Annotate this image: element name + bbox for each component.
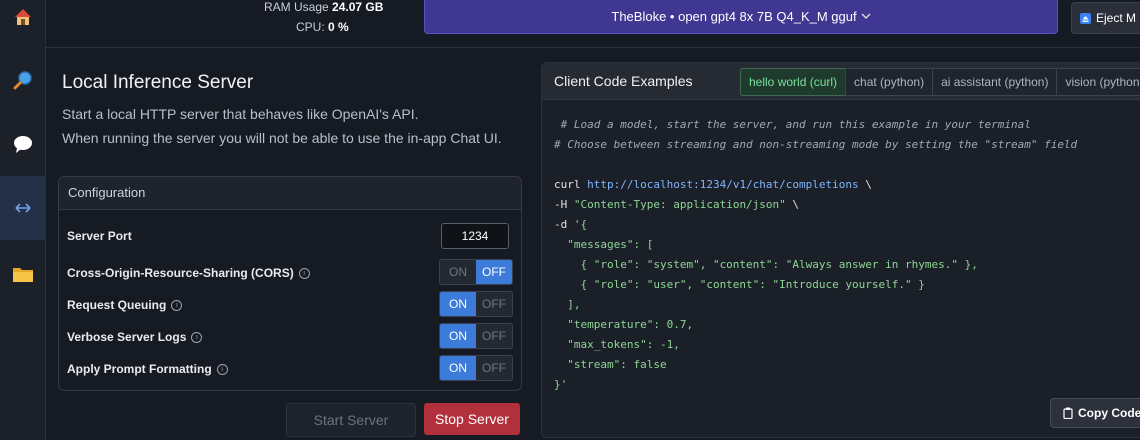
code-string: '{	[573, 218, 588, 231]
search-icon	[13, 71, 32, 90]
request-queuing-toggle[interactable]: ON OFF	[439, 291, 513, 317]
code-string: { "role": "system", "content": "Always a…	[554, 258, 978, 271]
code-string: "Content-Type: application/json"	[573, 198, 786, 211]
eject-icon	[1080, 12, 1091, 24]
verbose-logs-label: Verbose Server Logs i	[67, 330, 203, 344]
server-port-label-text: Server Port	[67, 229, 132, 243]
code-string: "temperature": 0.7,	[554, 318, 694, 331]
verbose-logs-toggle-off[interactable]: OFF	[476, 324, 512, 348]
request-queuing-toggle-off[interactable]: OFF	[476, 292, 512, 316]
ram-value: 24.07 GB	[332, 0, 384, 14]
info-icon[interactable]: i	[171, 299, 183, 311]
code-comment: # Choose between streaming and non-strea…	[554, 138, 1078, 151]
sidebar	[0, 0, 46, 440]
ram-usage: RAM Usage 24.07 GB	[264, 0, 383, 14]
folder-icon	[12, 268, 33, 282]
page-title: Local Inference Server	[62, 72, 254, 93]
info-icon[interactable]: i	[298, 267, 310, 279]
cors-toggle-off[interactable]: OFF	[476, 260, 512, 284]
code-flag: -d	[554, 218, 574, 231]
code-block[interactable]: # Load a model, start the server, and ru…	[554, 115, 1077, 395]
server-port-label: Server Port	[67, 229, 132, 243]
info-icon[interactable]: i	[216, 363, 228, 375]
server-port-input[interactable]	[441, 223, 509, 249]
cors-toggle[interactable]: ON OFF	[439, 259, 513, 285]
request-queuing-label: Request Queuing i	[67, 298, 183, 312]
code-line-continuation: \	[858, 178, 872, 191]
start-server-button[interactable]: Start Server	[286, 403, 416, 437]
server-description-2: When running the server you will not be …	[62, 130, 502, 146]
model-selector-button[interactable]: TheBloke • open gpt4 8x 7B Q4_K_M gguf	[424, 0, 1058, 34]
tab-ai-assistant-python[interactable]: ai assistant (python)	[932, 68, 1058, 96]
arrows-icon	[14, 203, 31, 213]
code-flag: -H	[554, 198, 574, 211]
prompt-formatting-toggle-off[interactable]: OFF	[476, 356, 512, 380]
cpu-label: CPU:	[296, 20, 325, 34]
client-code-panel: Client Code Examples hello world (curl) …	[541, 62, 1140, 438]
verbose-logs-label-text: Verbose Server Logs	[67, 330, 187, 344]
code-line-continuation: \	[785, 198, 800, 211]
code-string: "messages": [	[554, 238, 654, 251]
cpu-usage: CPU: 0 %	[296, 20, 349, 34]
sidebar-item-models[interactable]	[0, 252, 45, 296]
chevron-down-icon	[861, 13, 871, 19]
sidebar-item-home[interactable]	[0, 0, 45, 39]
verbose-logs-toggle[interactable]: ON OFF	[439, 323, 513, 349]
cpu-value: 0 %	[328, 20, 349, 34]
code-comment: # Load a model, start the server, and ru…	[554, 118, 1031, 131]
prompt-formatting-toggle-on[interactable]: ON	[440, 356, 476, 380]
server-description-1: Start a local HTTP server that behaves l…	[62, 106, 419, 122]
request-queuing-toggle-on[interactable]: ON	[440, 292, 476, 316]
eject-label: Eject M	[1096, 11, 1137, 25]
code-example-tabs: hello world (curl) chat (python) ai assi…	[740, 68, 1140, 96]
cors-label-text: Cross-Origin-Resource-Sharing (CORS)	[67, 266, 294, 280]
prompt-formatting-toggle[interactable]: ON OFF	[439, 355, 513, 381]
clipboard-icon	[1063, 407, 1073, 419]
code-command: curl	[554, 178, 588, 191]
code-string: "stream": false	[554, 358, 667, 371]
sidebar-item-chat[interactable]	[0, 122, 45, 166]
tab-chat-python[interactable]: chat (python)	[845, 68, 934, 96]
code-string: { "role": "user", "content": "Introduce …	[554, 278, 925, 291]
client-code-title: Client Code Examples	[554, 73, 693, 89]
prompt-formatting-label: Apply Prompt Formatting i	[67, 362, 228, 376]
verbose-logs-toggle-on[interactable]: ON	[440, 324, 476, 348]
model-name: TheBloke • open gpt4 8x 7B Q4_K_M gguf	[611, 8, 857, 24]
copy-code-button[interactable]: Copy Code	[1050, 398, 1140, 428]
ram-label: RAM Usage	[264, 0, 329, 14]
configuration-panel: Configuration Server Port Cross-Origin-R…	[58, 176, 522, 391]
prompt-formatting-label-text: Apply Prompt Formatting	[67, 362, 212, 376]
sidebar-item-server[interactable]	[0, 176, 45, 240]
code-string: ],	[554, 298, 581, 311]
code-string: }'	[554, 378, 568, 391]
configuration-title: Configuration	[59, 177, 521, 210]
chat-icon	[13, 136, 32, 153]
cors-toggle-on[interactable]: ON	[440, 260, 476, 284]
copy-code-label: Copy Code	[1078, 406, 1140, 420]
request-queuing-label-text: Request Queuing	[67, 298, 167, 312]
top-bar: RAM Usage 24.07 GB CPU: 0 % TheBloke • o…	[46, 0, 1140, 48]
client-code-header: Client Code Examples hello world (curl) …	[542, 63, 1140, 100]
stop-server-button[interactable]: Stop Server	[424, 403, 520, 435]
tab-hello-world-curl[interactable]: hello world (curl)	[740, 68, 847, 96]
eject-model-button[interactable]: Eject M	[1071, 2, 1140, 34]
code-string: "max_tokens": -1,	[554, 338, 680, 351]
cors-label: Cross-Origin-Resource-Sharing (CORS) i	[67, 266, 310, 280]
tab-vision-python[interactable]: vision (python	[1056, 68, 1140, 96]
info-icon[interactable]: i	[191, 331, 203, 343]
code-url: http://localhost:1234/v1/chat/completion…	[587, 178, 859, 191]
home-icon	[14, 9, 31, 25]
sidebar-item-search[interactable]	[0, 58, 45, 102]
